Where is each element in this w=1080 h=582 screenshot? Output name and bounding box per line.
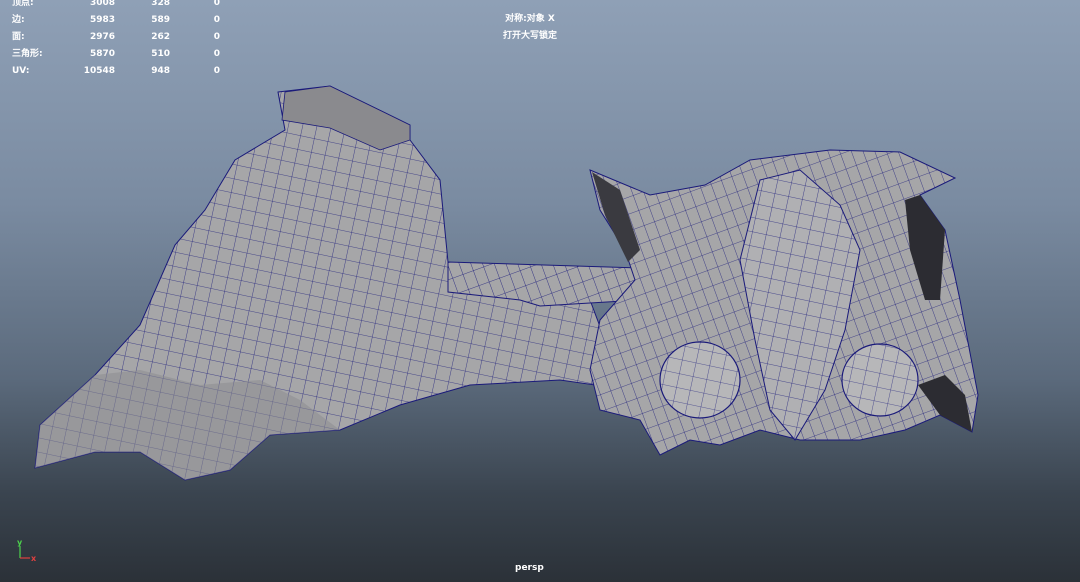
- hud-label: 边:: [12, 15, 25, 25]
- hud-value: 0: [213, 15, 220, 25]
- axis-x-label: x: [31, 554, 37, 563]
- hud-row-uvs: UV: 10548 948 0: [12, 63, 222, 80]
- hud-row-triangles: 三角形: 5870 510 0: [12, 46, 222, 63]
- status-hud: 对称:对象 X 打开大写锁定: [470, 11, 590, 45]
- hud-value: 948: [151, 66, 170, 76]
- symmetry-status: 对称:对象 X: [505, 14, 555, 24]
- camera-name-label: persp: [515, 563, 544, 573]
- hud-value: 0: [213, 49, 220, 59]
- hud-label: 面:: [12, 32, 25, 42]
- hud-value: 0: [213, 32, 220, 42]
- caps-lock-status: 打开大写锁定: [502, 31, 557, 41]
- hud-value: 589: [151, 15, 170, 25]
- hud-label: UV:: [12, 66, 30, 76]
- hud-row-edges: 边: 5983 589 0: [12, 12, 222, 29]
- hud-value: 0: [213, 66, 220, 76]
- hud-value: 3008: [89, 0, 115, 8]
- mesh-right-shoulder[interactable]: [589, 149, 979, 456]
- hud-value: 2976: [89, 32, 115, 42]
- hud-value: 328: [151, 0, 170, 8]
- hud-value: 10548: [83, 66, 115, 76]
- axis-y-label: y: [17, 538, 23, 547]
- hud-value: 5870: [89, 49, 115, 59]
- view-axis-gizmo: y x: [17, 538, 37, 563]
- hud-row-vertices: 顶点: 3008 328 0: [12, 0, 222, 12]
- hud-value: 510: [151, 49, 170, 59]
- poly-count-hud: 顶点: 3008 328 0 边: 5983 589 0 面: 2976 262…: [12, 0, 222, 80]
- viewport-canvas[interactable]: [0, 0, 1080, 582]
- hud-label: 三角形:: [12, 49, 43, 59]
- hud-value: 5983: [89, 15, 115, 25]
- hud-value: 0: [213, 0, 220, 8]
- hud-value: 262: [151, 32, 170, 42]
- hud-row-faces: 面: 2976 262 0: [12, 29, 222, 46]
- hud-label: 顶点:: [12, 0, 34, 8]
